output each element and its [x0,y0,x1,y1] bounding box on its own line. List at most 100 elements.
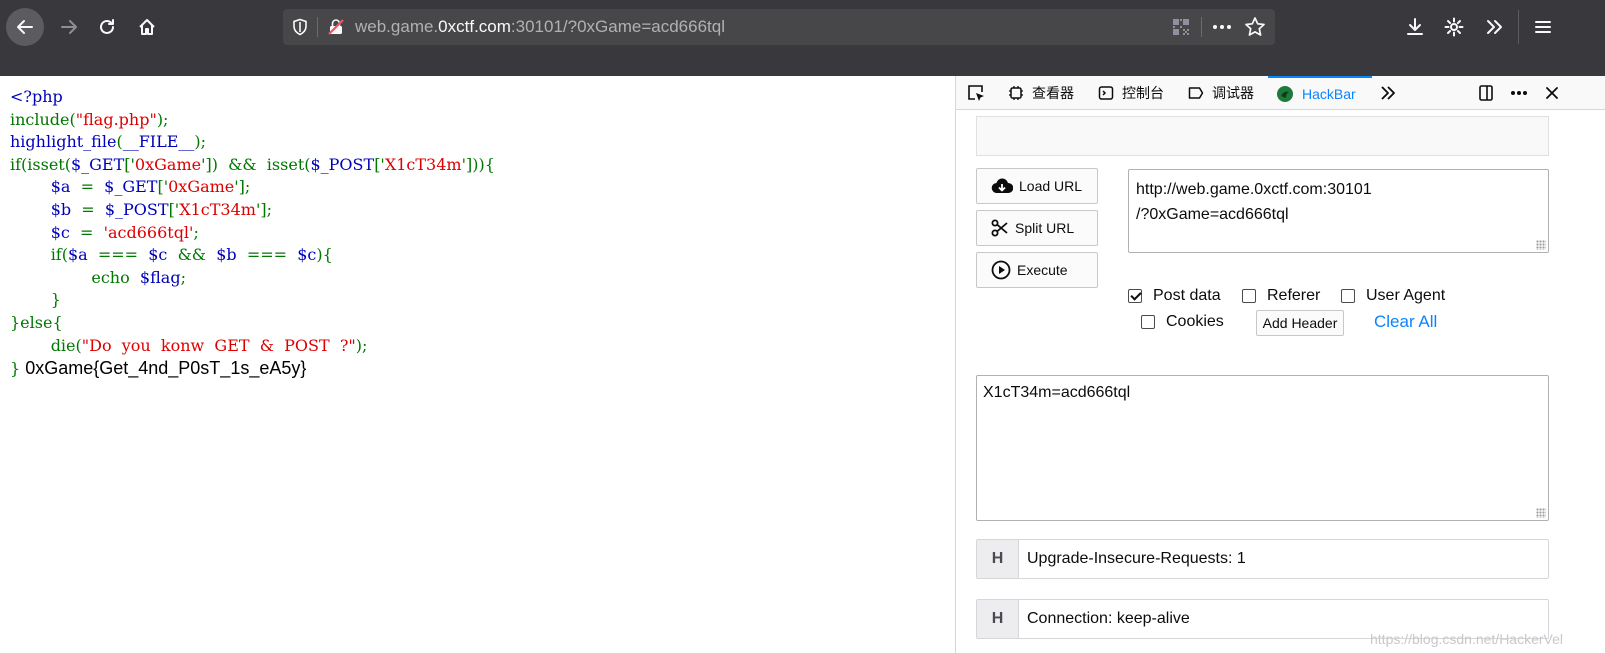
scissors-icon [991,219,1008,237]
flag-output: 0xGame{Get_4nd_P0sT_1s_eA5y} [20,358,307,379]
arrow-left-icon [17,20,33,34]
forward-button[interactable] [52,10,86,44]
code-token: die( [10,335,82,355]
cookies-checkbox[interactable] [1141,315,1155,329]
code-token: 0xGame [134,154,202,174]
code-token: ); [355,335,368,355]
url-line-1: http://web.game.0xctf.com:30101 [1136,181,1372,198]
code-token: [' [168,199,180,219]
url-separator [317,17,318,37]
shield-icon[interactable] [291,18,309,36]
tab-console[interactable]: 控制台 [1098,76,1164,110]
code-token: <?php [10,87,63,106]
code-line: highlight_file(__FILE__); [10,131,495,154]
add-header-button[interactable]: Add Header [1256,310,1344,336]
dock-side-icon [1479,85,1493,101]
inspector-icon [1009,86,1023,100]
insecure-lock-icon[interactable] [327,18,345,36]
code-line: echo $flag; [10,267,495,290]
code-token: "flag.php" [75,109,157,129]
post-data-checkbox[interactable] [1128,289,1142,303]
element-picker-button[interactable] [964,81,988,105]
split-url-button[interactable]: Split URL [976,210,1098,246]
cookies-option[interactable]: Cookies [1141,313,1224,331]
clear-all-link[interactable]: Clear All [1374,312,1437,332]
devtools-options-button[interactable] [1507,81,1531,105]
user-agent-checkbox[interactable] [1341,289,1355,303]
code-line: } 0xGame{Get_4nd_P0sT_1s_eA5y} [10,357,495,380]
tab-inspector[interactable]: 查看器 [1008,76,1074,110]
page-actions-button[interactable] [1209,15,1235,39]
url-text[interactable]: web.game.0xctf.com:30101/?0xGame=acd666t… [355,17,725,37]
code-token: }else{ [10,312,63,332]
hackbar-url-input[interactable]: http://web.game.0xctf.com:30101 /?0xGame… [1128,169,1549,253]
code-token: 'acd666tql' [103,222,194,242]
qr-code-icon[interactable] [1171,17,1191,37]
downloads-button[interactable] [1398,10,1432,44]
tab-hackbar-label: HackBar [1302,86,1356,102]
more-tools-button[interactable] [1477,10,1511,44]
post-data-input[interactable]: X1cT34m=acd666tql [976,375,1549,521]
tab-hackbar[interactable]: HackBar [1268,76,1372,110]
toolbar-bottom-strip [0,54,1605,76]
code-token: [' [374,154,385,174]
code-line: $b = $_POST['X1cT34m']; [10,199,495,222]
reload-button[interactable] [90,10,124,44]
tab-debugger-label: 调试器 [1212,85,1254,101]
url-separator-right [1201,17,1202,37]
dock-toggle-button[interactable] [1474,81,1498,105]
code-token: include( [10,109,76,129]
more-tabs-button[interactable] [1376,81,1400,105]
hamburger-menu-icon [1535,21,1551,33]
arrow-right-icon [61,20,77,34]
hackbar-logo-icon [1277,86,1293,102]
header-row[interactable]: H Upgrade-Insecure-Requests: 1 [976,539,1549,579]
code-token: ']) && isset( [201,154,311,174]
browser-toolbar: web.game.0xctf.com:30101/?0xGame=acd666t… [0,0,1605,54]
resize-grip[interactable] [1536,508,1546,518]
close-devtools-button[interactable] [1540,81,1564,105]
bookmark-star-icon[interactable] [1244,16,1266,38]
toolbar-divider [1518,10,1519,44]
back-button[interactable] [6,8,44,46]
code-line: } [10,289,495,312]
code-token: ); [194,132,207,152]
app-menu-button[interactable] [1526,10,1560,44]
home-button[interactable] [130,10,164,44]
code-token: = [69,222,104,242]
code-token: } [10,290,61,310]
code-token: ']; [234,177,251,197]
referer-option[interactable]: Referer [1242,287,1320,305]
code-token: ); [156,109,169,129]
code-token: 0xGame [168,177,235,197]
settings-button[interactable] [1437,10,1471,44]
code-token: ; [193,222,199,242]
code-token: $c [148,245,168,265]
code-token: $c [297,245,317,265]
console-icon [1098,86,1114,100]
code-token: $_GET [104,177,158,197]
code-line: }else{ [10,312,495,335]
code-line: $c = 'acd666tql'; [10,222,495,245]
user-agent-option[interactable]: User Agent [1341,287,1445,305]
tab-debugger[interactable]: 调试器 [1188,76,1254,110]
execute-button[interactable]: Execute [976,252,1098,288]
resize-grip[interactable] [1536,240,1546,250]
url-bar[interactable]: web.game.0xctf.com:30101/?0xGame=acd666t… [283,9,1275,45]
tab-inspector-label: 查看器 [1032,85,1074,101]
hackbar-top-strip [976,116,1549,156]
referer-checkbox[interactable] [1242,289,1256,303]
code-token: [' [124,154,135,174]
code-token: $_POST [104,199,169,219]
split-url-label: Split URL [1015,220,1075,236]
code-token: [' [157,177,169,197]
code-token: === [87,245,149,265]
post-data-option[interactable]: Post data [1128,287,1221,305]
load-url-button[interactable]: Load URL [976,168,1098,204]
header-value: Upgrade-Insecure-Requests: 1 [1027,550,1246,567]
element-picker-icon [968,85,984,101]
more-horizontal-icon [1511,91,1527,95]
devtools-tabbar: 查看器 控制台 调试器 HackBar [956,76,1605,110]
execute-label: Execute [1017,262,1068,278]
